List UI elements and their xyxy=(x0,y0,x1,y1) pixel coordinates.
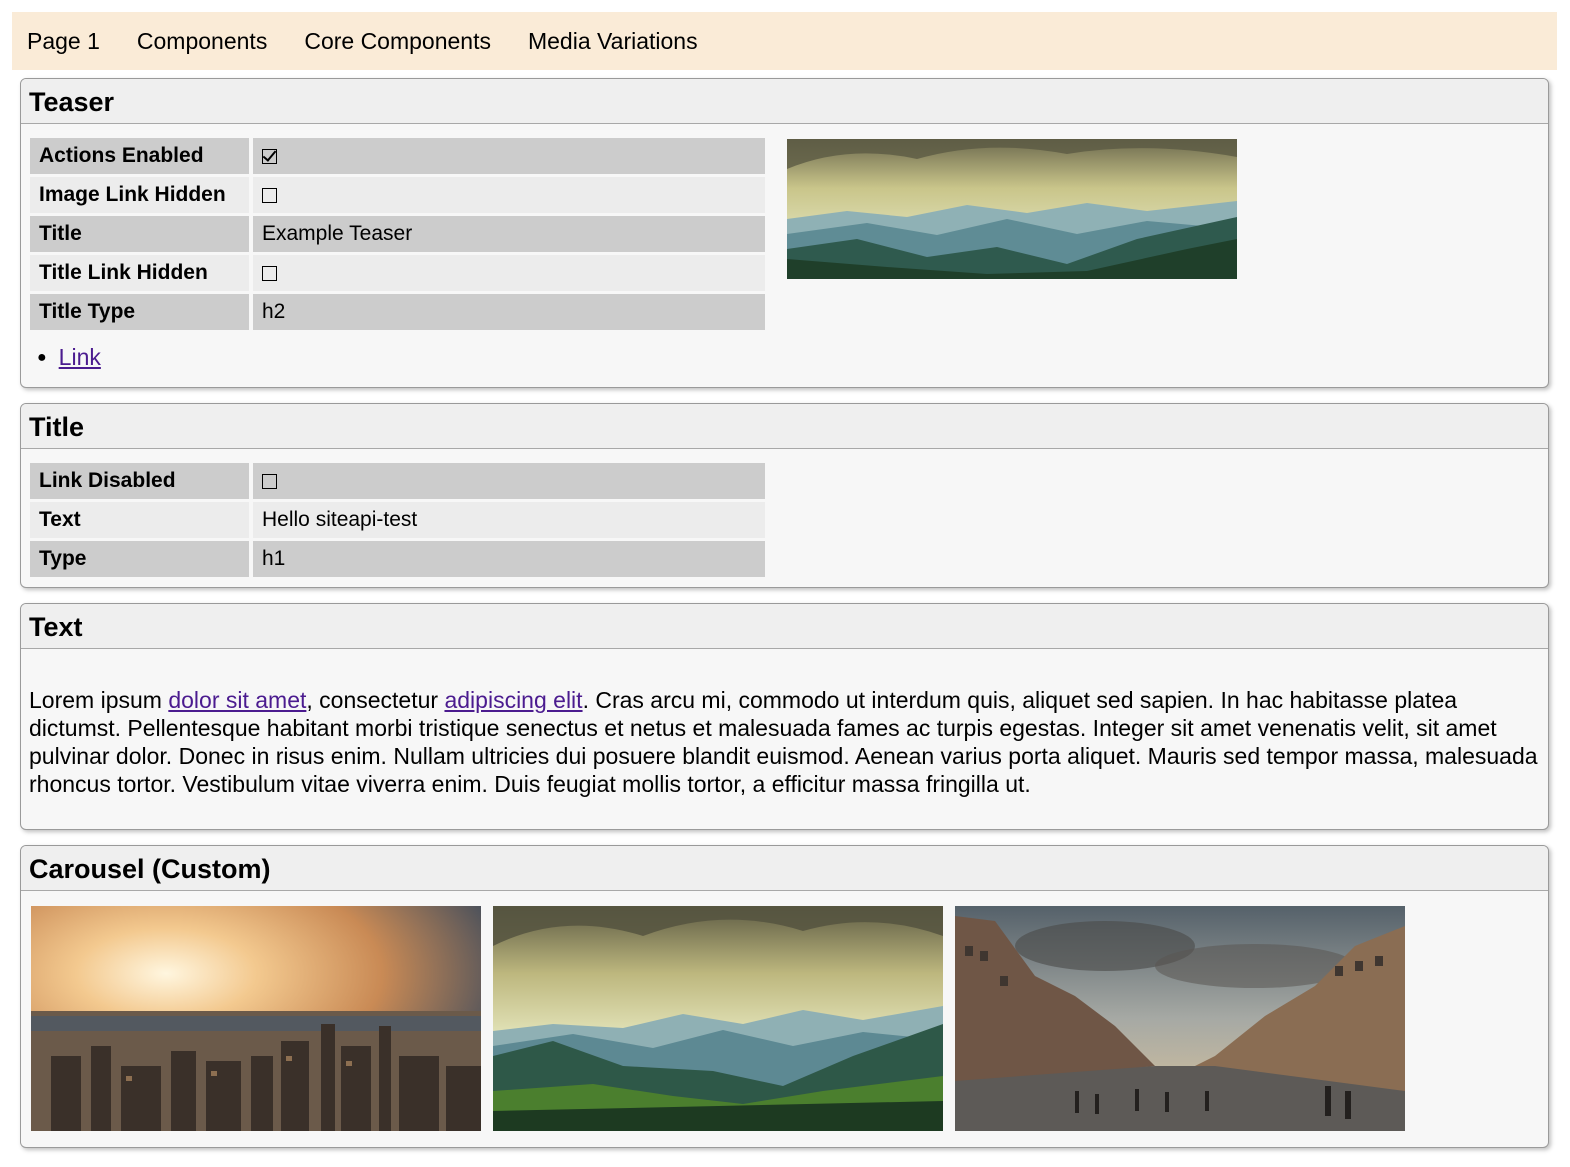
nav-item-components[interactable]: Components xyxy=(137,28,267,55)
property-key: Text xyxy=(30,502,249,538)
property-value xyxy=(249,255,765,291)
property-value xyxy=(249,463,765,499)
checkbox-unchecked-icon xyxy=(262,188,277,203)
table-row: Title Example Teaser xyxy=(30,216,765,252)
property-key: Actions Enabled xyxy=(30,138,249,174)
nav-item-page-1[interactable]: Page 1 xyxy=(27,28,100,55)
table-row: Title Link Hidden xyxy=(30,255,765,291)
text-link-adipiscing-elit[interactable]: adipiscing elit xyxy=(444,687,582,713)
carousel-panel: Carousel (Custom) xyxy=(20,845,1549,1148)
text-link-dolor-sit-amet[interactable]: dolor sit amet xyxy=(168,687,306,713)
table-row: Type h1 xyxy=(30,541,765,577)
city-street-plaza-icon xyxy=(955,906,1405,1131)
teaser-panel: Teaser Actions Enabled Image Link Hidden… xyxy=(20,78,1549,388)
property-key: Link Disabled xyxy=(30,463,249,499)
table-row: Link Disabled xyxy=(30,463,765,499)
table-row: Actions Enabled xyxy=(30,138,765,174)
top-nav: Page 1 Components Core Components Media … xyxy=(12,12,1557,70)
property-value: Hello siteapi-test xyxy=(249,502,765,538)
carousel-image-3[interactable] xyxy=(955,906,1405,1131)
text-heading: Text xyxy=(21,604,1548,649)
carousel-image-2[interactable] xyxy=(493,906,943,1131)
bullet-icon: ● xyxy=(37,349,47,366)
text-segment: Lorem ipsum xyxy=(29,687,169,713)
title-panel: Title Link Disabled Text Hello siteapi-t… xyxy=(20,403,1549,588)
nav-item-media-variations[interactable]: Media Variations xyxy=(528,28,698,55)
title-properties-table: Link Disabled Text Hello siteapi-test Ty… xyxy=(30,460,765,580)
teaser-image[interactable] xyxy=(787,139,1237,279)
teaser-heading: Teaser xyxy=(21,79,1548,124)
property-value xyxy=(249,177,765,213)
table-row: Image Link Hidden xyxy=(30,177,765,213)
text-paragraph: Lorem ipsum dolor sit amet, consectetur … xyxy=(29,686,1544,798)
teaser-link-list: ● Link xyxy=(37,344,101,371)
property-value: Example Teaser xyxy=(249,216,765,252)
property-value: h2 xyxy=(249,294,765,330)
city-skyline-sunset-icon xyxy=(31,906,481,1131)
carousel-image-1[interactable] xyxy=(31,906,481,1131)
checkbox-unchecked-icon xyxy=(262,474,277,489)
property-key: Title Link Hidden xyxy=(30,255,249,291)
property-key: Title Type xyxy=(30,294,249,330)
mountain-landscape-icon xyxy=(787,139,1237,279)
table-row: Text Hello siteapi-test xyxy=(30,502,765,538)
checkbox-unchecked-icon xyxy=(262,266,277,281)
property-key: Image Link Hidden xyxy=(30,177,249,213)
table-row: Title Type h2 xyxy=(30,294,765,330)
mountain-landscape-icon xyxy=(493,906,943,1131)
property-value xyxy=(249,138,765,174)
property-key: Title xyxy=(30,216,249,252)
teaser-link[interactable]: Link xyxy=(59,344,101,370)
property-key: Type xyxy=(30,541,249,577)
teaser-properties-table: Actions Enabled Image Link Hidden Title … xyxy=(30,135,765,333)
text-panel: Text Lorem ipsum dolor sit amet, consect… xyxy=(20,603,1549,830)
text-segment: , consectetur xyxy=(306,687,445,713)
property-value: h1 xyxy=(249,541,765,577)
carousel-heading: Carousel (Custom) xyxy=(21,846,1548,891)
title-heading: Title xyxy=(21,404,1548,449)
nav-item-core-components[interactable]: Core Components xyxy=(304,28,491,55)
checkbox-checked-icon xyxy=(262,149,277,164)
